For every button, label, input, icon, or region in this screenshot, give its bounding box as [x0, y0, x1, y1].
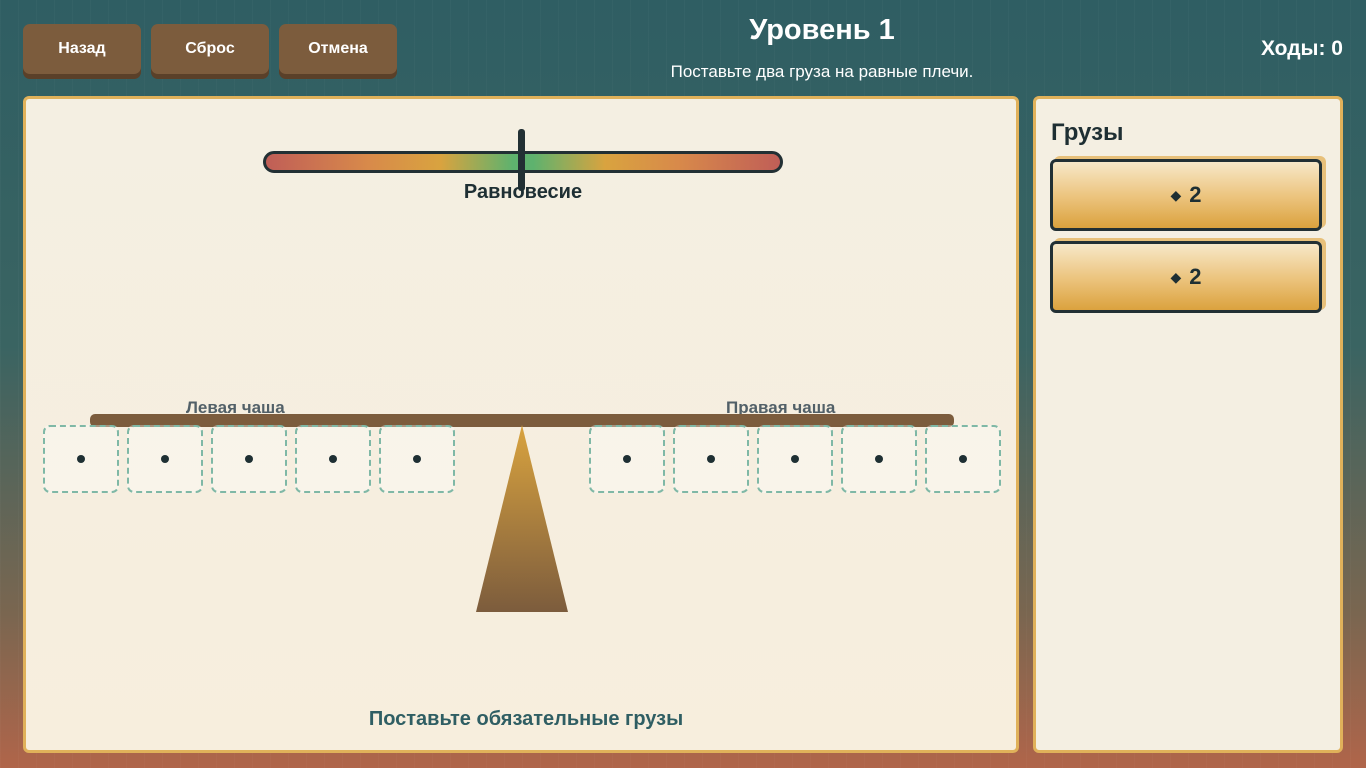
right-pan-slot[interactable] — [757, 425, 833, 493]
left-pan-slot[interactable] — [211, 425, 287, 493]
right-pan-slot[interactable] — [841, 425, 917, 493]
slot-marker — [413, 455, 421, 463]
slot-marker — [329, 455, 337, 463]
right-pan-slot[interactable] — [925, 425, 1001, 493]
slot-marker — [77, 455, 85, 463]
weight-value: 2 — [1189, 182, 1202, 207]
right-pan-slot[interactable] — [589, 425, 665, 493]
weight-card[interactable]: ◆ 2 — [1050, 159, 1322, 231]
left-pan-slot[interactable] — [295, 425, 371, 493]
weight-card[interactable]: ◆ 2 — [1050, 241, 1322, 313]
diamond-icon: ◆ — [1170, 186, 1182, 203]
fulcrum-icon — [476, 425, 568, 612]
left-pan-slot[interactable] — [379, 425, 455, 493]
weight-value: 2 — [1189, 264, 1202, 289]
game-board: Равновесие Левая чаша Правая чаша Постав… — [23, 96, 1019, 753]
weights-panel: Грузы ◆ 2 ◆ 2 — [1033, 96, 1343, 753]
hint-text: Поставьте обязательные грузы — [368, 708, 684, 730]
diamond-icon: ◆ — [1170, 268, 1182, 285]
slot-marker — [245, 455, 253, 463]
level-subtitle: Поставьте два груза на равные плечи. — [670, 62, 974, 81]
slot-marker — [623, 455, 631, 463]
left-pan-slot[interactable] — [43, 425, 119, 493]
weights-panel-title: Грузы — [1051, 119, 1124, 146]
back-button[interactable]: Назад — [23, 24, 141, 74]
moves-counter: Ходы: 0 — [1260, 37, 1343, 60]
slot-marker — [161, 455, 169, 463]
right-pan-slot[interactable] — [673, 425, 749, 493]
slot-marker — [875, 455, 883, 463]
slot-marker — [959, 455, 967, 463]
undo-button[interactable]: Отмена — [279, 24, 397, 74]
balance-label: Равновесие — [463, 181, 583, 203]
level-title: Уровень 1 — [749, 14, 895, 46]
reset-button[interactable]: Сброс — [151, 24, 269, 74]
left-pan-slot[interactable] — [127, 425, 203, 493]
slot-marker — [707, 455, 715, 463]
slot-marker — [791, 455, 799, 463]
